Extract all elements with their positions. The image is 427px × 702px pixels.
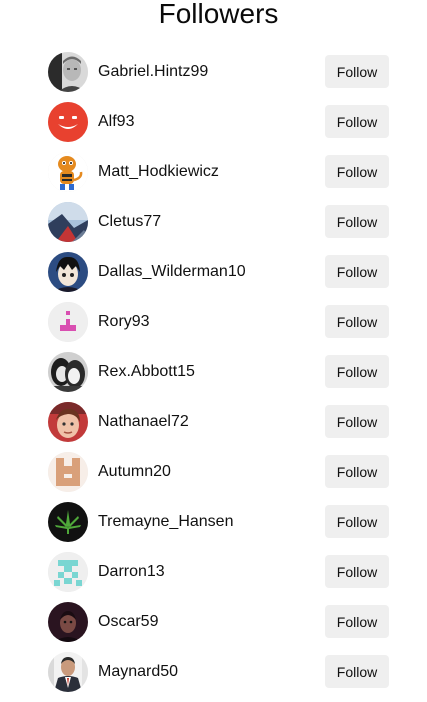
username: Matt_Hodkiewicz xyxy=(98,163,219,180)
cannabis-leaf-icon xyxy=(48,502,88,542)
list-item: Darron13 Follow xyxy=(48,552,389,592)
avatar[interactable] xyxy=(48,502,88,542)
avatar[interactable] xyxy=(48,152,88,192)
man-in-suit-photo-icon xyxy=(48,652,88,692)
avatar[interactable] xyxy=(48,302,88,342)
pixel-identicon-icon xyxy=(48,452,88,492)
list-item: Autumn20 Follow xyxy=(48,452,389,492)
username: Gabriel.Hintz99 xyxy=(98,63,209,80)
dark-portrait-photo-icon xyxy=(48,602,88,642)
list-item: Matt_Hodkiewicz Follow xyxy=(48,152,389,192)
pixel-identicon-icon xyxy=(48,552,88,592)
followers-list: Gabriel.Hintz99 Follow Alf93 Follow Matt… xyxy=(48,52,389,702)
follow-button[interactable]: Follow xyxy=(325,305,389,338)
follow-button[interactable]: Follow xyxy=(325,205,389,238)
username: Dallas_Wilderman10 xyxy=(98,263,246,280)
landscape-photo-icon xyxy=(48,202,88,242)
follow-button[interactable]: Follow xyxy=(325,355,389,388)
smiley-face-icon xyxy=(48,102,88,142)
list-item: Rex.Abbott15 Follow xyxy=(48,352,389,392)
tiger-cartoon-icon xyxy=(48,152,88,192)
avatar[interactable] xyxy=(48,402,88,442)
list-item: Maynard50 Follow xyxy=(48,652,389,692)
follow-button[interactable]: Follow xyxy=(325,505,389,538)
couple-photo-icon xyxy=(48,352,88,392)
list-item: Gabriel.Hintz99 Follow xyxy=(48,52,389,92)
avatar[interactable] xyxy=(48,52,88,92)
follow-button[interactable]: Follow xyxy=(325,455,389,488)
username: Rory93 xyxy=(98,313,150,330)
username: Rex.Abbott15 xyxy=(98,363,195,380)
avatar[interactable] xyxy=(48,252,88,292)
list-item: Tremayne_Hansen Follow xyxy=(48,502,389,542)
list-item: Alf93 Follow xyxy=(48,102,389,142)
follow-button[interactable]: Follow xyxy=(325,655,389,688)
avatar[interactable] xyxy=(48,202,88,242)
follow-button[interactable]: Follow xyxy=(325,605,389,638)
follow-button[interactable]: Follow xyxy=(325,105,389,138)
username: Tremayne_Hansen xyxy=(98,513,234,530)
anime-portrait-icon xyxy=(48,252,88,292)
pixel-identicon-icon xyxy=(48,302,88,342)
username: Darron13 xyxy=(98,563,165,580)
list-item: Oscar59 Follow xyxy=(48,602,389,642)
list-item: Rory93 Follow xyxy=(48,302,389,342)
avatar[interactable] xyxy=(48,452,88,492)
username: Maynard50 xyxy=(98,663,179,680)
avatar[interactable] xyxy=(48,352,88,392)
avatar[interactable] xyxy=(48,102,88,142)
follow-button[interactable]: Follow xyxy=(325,155,389,188)
username: Alf93 xyxy=(98,113,135,130)
follow-button[interactable]: Follow xyxy=(325,55,389,88)
page-title: Followers xyxy=(158,0,279,29)
list-item: Nathanael72 Follow xyxy=(48,402,389,442)
list-item: Cletus77 Follow xyxy=(48,202,389,242)
username: Cletus77 xyxy=(98,213,162,230)
username: Oscar59 xyxy=(98,613,159,630)
selfie-photo-icon xyxy=(48,402,88,442)
follow-button[interactable]: Follow xyxy=(325,405,389,438)
username: Autumn20 xyxy=(98,463,171,480)
avatar[interactable] xyxy=(48,552,88,592)
avatar[interactable] xyxy=(48,602,88,642)
follow-button[interactable]: Follow xyxy=(325,255,389,288)
list-item: Dallas_Wilderman10 Follow xyxy=(48,252,389,292)
username: Nathanael72 xyxy=(98,413,189,430)
follow-button[interactable]: Follow xyxy=(325,555,389,588)
portrait-photo-icon xyxy=(48,52,88,92)
avatar[interactable] xyxy=(48,652,88,692)
